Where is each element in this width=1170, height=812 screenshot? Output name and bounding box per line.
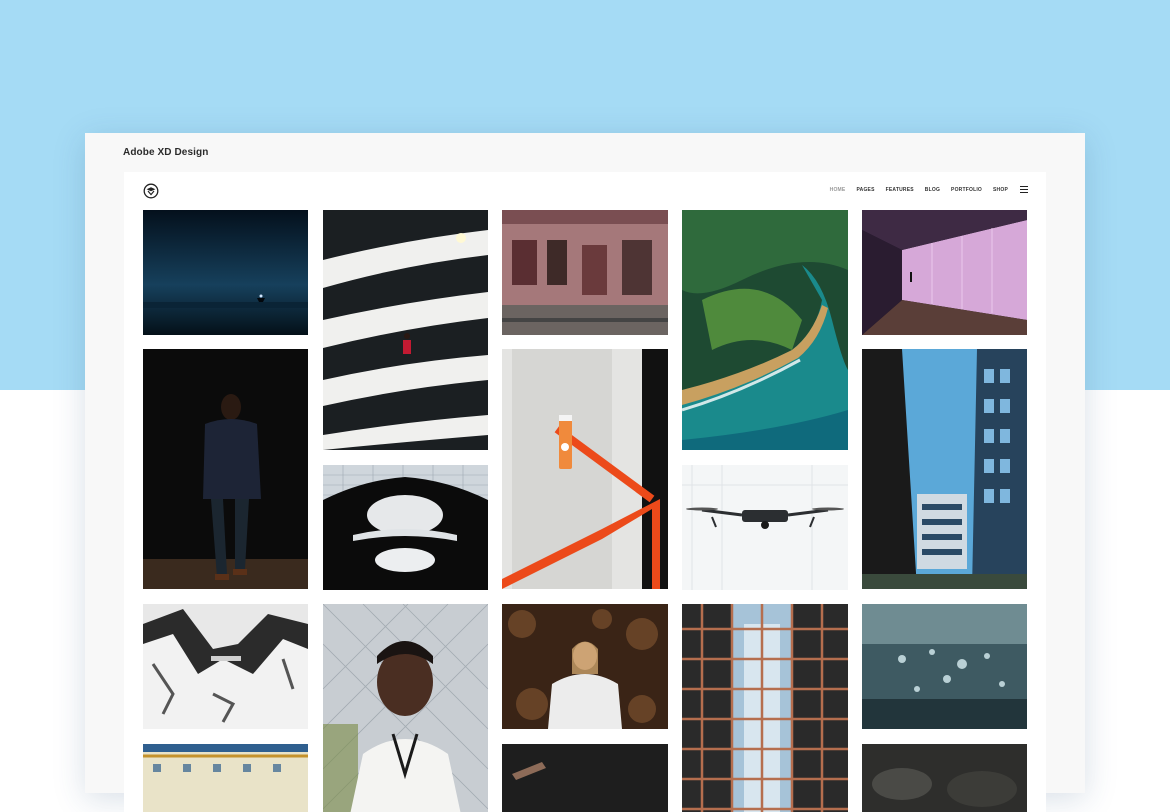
artboard: HOME PAGES FEATURES BLOG PORTFOLIO SHOP	[124, 172, 1046, 812]
fox-logo-icon[interactable]	[143, 183, 159, 199]
snowy-mountains-photo[interactable]	[143, 604, 308, 729]
circular-atrium-photo[interactable]	[323, 465, 488, 590]
rocks-photo[interactable]	[862, 744, 1027, 812]
night-cyclist-photo[interactable]	[143, 210, 308, 335]
nav-item-home[interactable]: HOME	[830, 187, 846, 193]
xd-window: Adobe XD Design HOME PAGES FEATURES BLOG…	[85, 133, 1085, 812]
glass-building-grid-photo[interactable]	[682, 604, 848, 812]
pink-building-facade-photo[interactable]	[502, 210, 668, 335]
modern-buildings-photo[interactable]	[862, 349, 1027, 589]
nav-item-pages[interactable]: PAGES	[856, 187, 874, 193]
drone-photo[interactable]	[682, 465, 848, 590]
dark-product-photo[interactable]	[502, 744, 668, 812]
spiral-parking-photo[interactable]	[323, 210, 488, 450]
nav-item-shop[interactable]: SHOP	[993, 187, 1008, 193]
woman-in-leaves-photo[interactable]	[502, 604, 668, 729]
hamburger-icon[interactable]	[1020, 186, 1028, 193]
nav-item-blog[interactable]: BLOG	[925, 187, 940, 193]
coastal-aerial-photo[interactable]	[682, 210, 848, 450]
purple-tunnel-photo[interactable]	[862, 210, 1027, 335]
man-in-dark-photo[interactable]	[143, 349, 308, 589]
portrait-man-fence-photo[interactable]	[323, 604, 488, 812]
main-nav: HOME PAGES FEATURES BLOG PORTFOLIO SHOP	[830, 186, 1028, 193]
water-splash-photo[interactable]	[862, 604, 1027, 729]
nav-item-portfolio[interactable]: PORTFOLIO	[951, 187, 982, 193]
juice-bottle-rail-photo[interactable]	[502, 349, 668, 589]
tiled-pattern-photo[interactable]	[143, 744, 308, 812]
nav-item-features[interactable]: FEATURES	[886, 187, 914, 193]
window-title: Adobe XD Design	[123, 147, 209, 158]
